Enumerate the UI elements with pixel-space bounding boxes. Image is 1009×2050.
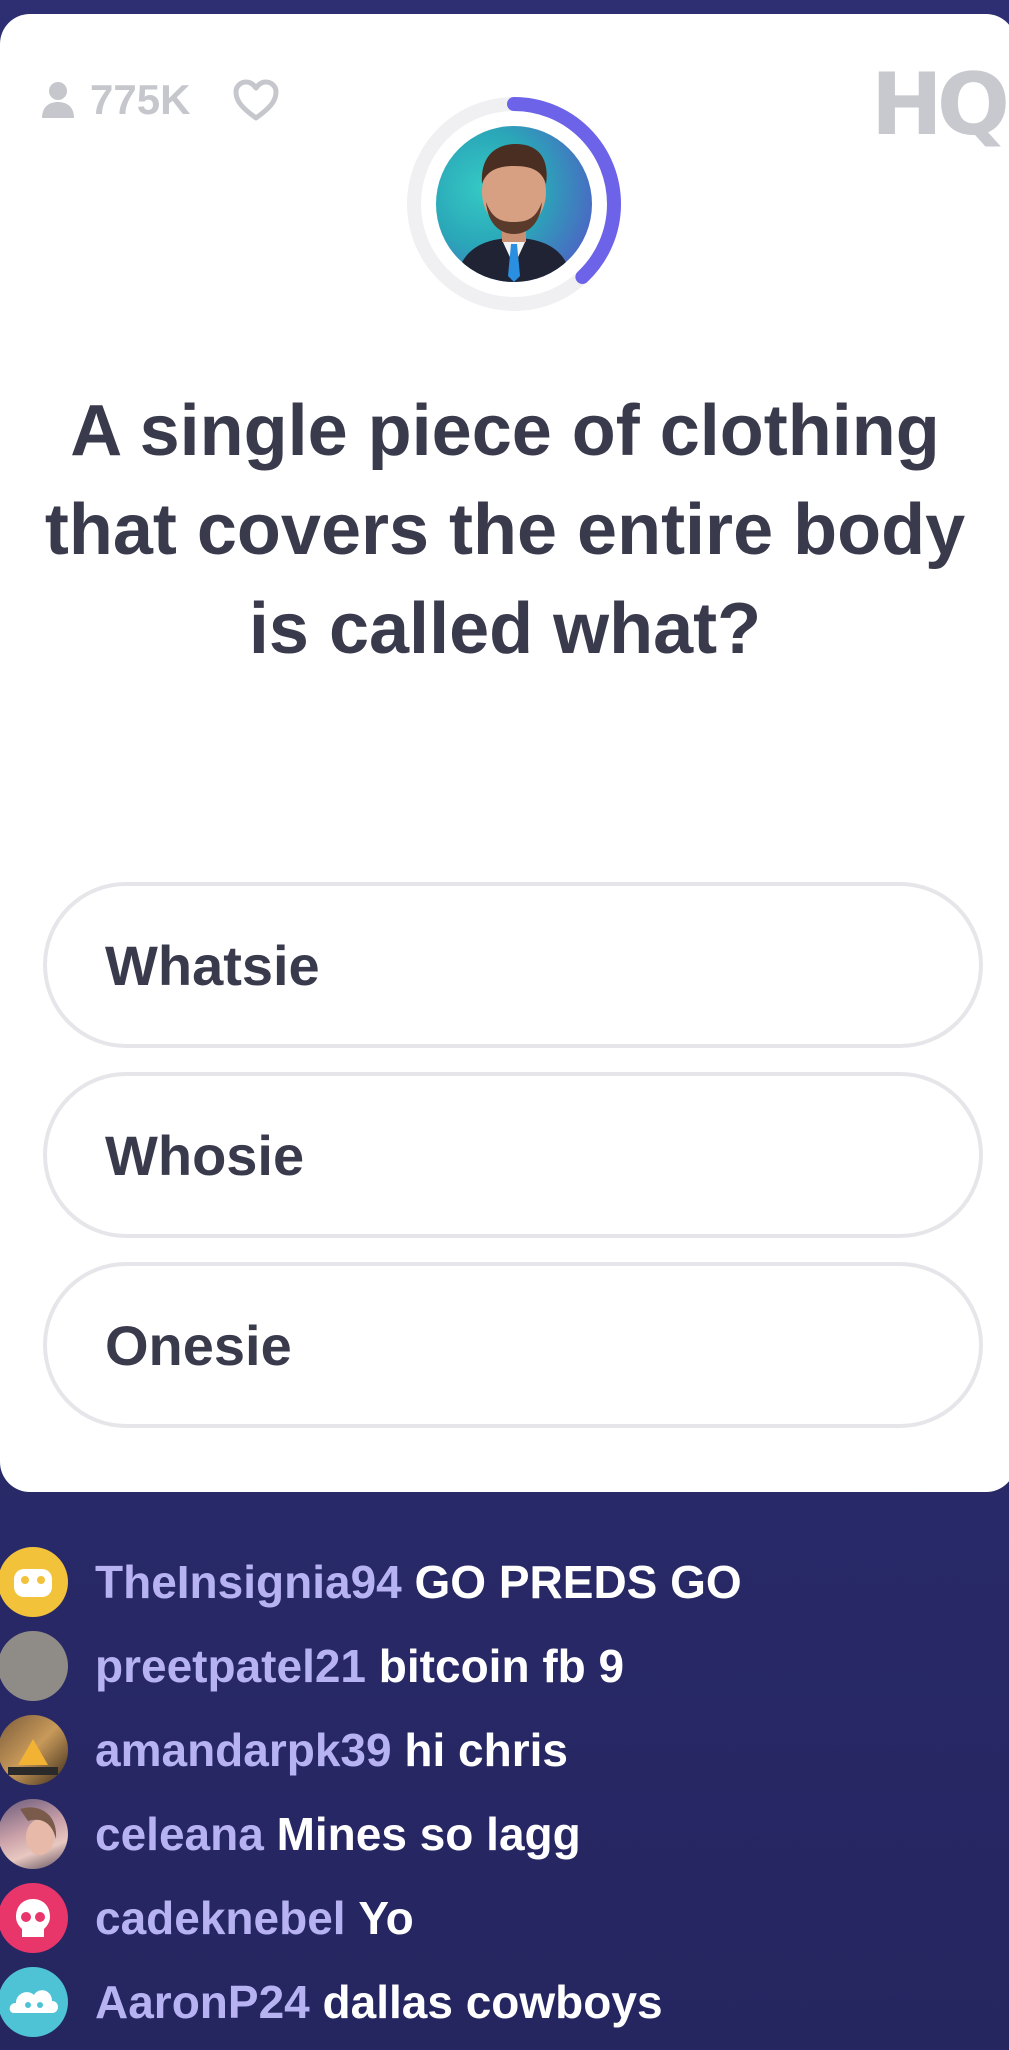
viewer-count: 775K xyxy=(90,76,191,123)
chat-text: Yo xyxy=(358,1892,414,1944)
answer-option-3[interactable]: Onesie xyxy=(43,1262,983,1428)
chat-message: preetpatel21 bitcoin fb 9 xyxy=(0,1630,624,1702)
chat-username[interactable]: TheInsignia94 xyxy=(95,1556,402,1608)
gray-avatar xyxy=(0,1631,68,1701)
host-timer xyxy=(404,94,624,314)
chat-username[interactable]: preetpatel21 xyxy=(95,1640,366,1692)
question-card: 775K HQ A single piece of clothing that xyxy=(0,14,1009,1492)
photo-avatar xyxy=(0,1799,68,1869)
chat-username[interactable]: amandarpk39 xyxy=(95,1724,392,1776)
chat-text: GO PREDS GO xyxy=(414,1556,742,1608)
chat-message: cadeknebel Yo xyxy=(0,1882,414,1954)
chat-message: TheInsignia94 GO PREDS GO xyxy=(0,1546,742,1618)
host-video-avatar xyxy=(436,126,592,282)
chat-message: AaronP24 dallas cowboys xyxy=(0,1966,663,2038)
answer-option-1[interactable]: Whatsie xyxy=(43,882,983,1048)
teal-cloud-avatar xyxy=(0,1967,68,2037)
hq-logo: HQ xyxy=(870,55,1009,155)
chat-message: amandarpk39 hi chris xyxy=(0,1714,568,1786)
question-text: A single piece of clothing that covers t… xyxy=(44,391,966,669)
chat-text: Mines so lagg xyxy=(276,1808,581,1860)
chat-text: bitcoin fb 9 xyxy=(378,1640,625,1692)
pink-skull-avatar xyxy=(0,1883,68,1953)
viewer-stats: 775K xyxy=(40,76,280,124)
photo-avatar xyxy=(0,1715,68,1785)
person-icon xyxy=(40,80,76,120)
heart-icon[interactable] xyxy=(232,78,280,122)
chat-username[interactable]: celeana xyxy=(95,1808,264,1860)
answer-option-2[interactable]: Whosie xyxy=(43,1072,983,1238)
chat-text: dallas cowboys xyxy=(322,1976,663,2028)
chat-username[interactable]: AaronP24 xyxy=(95,1976,310,2028)
chat-text: hi chris xyxy=(404,1724,568,1776)
chat-username[interactable]: cadeknebel xyxy=(95,1892,346,1944)
chat-message: celeana Mines so lagg xyxy=(0,1798,581,1870)
yellow-face-avatar xyxy=(0,1547,68,1617)
